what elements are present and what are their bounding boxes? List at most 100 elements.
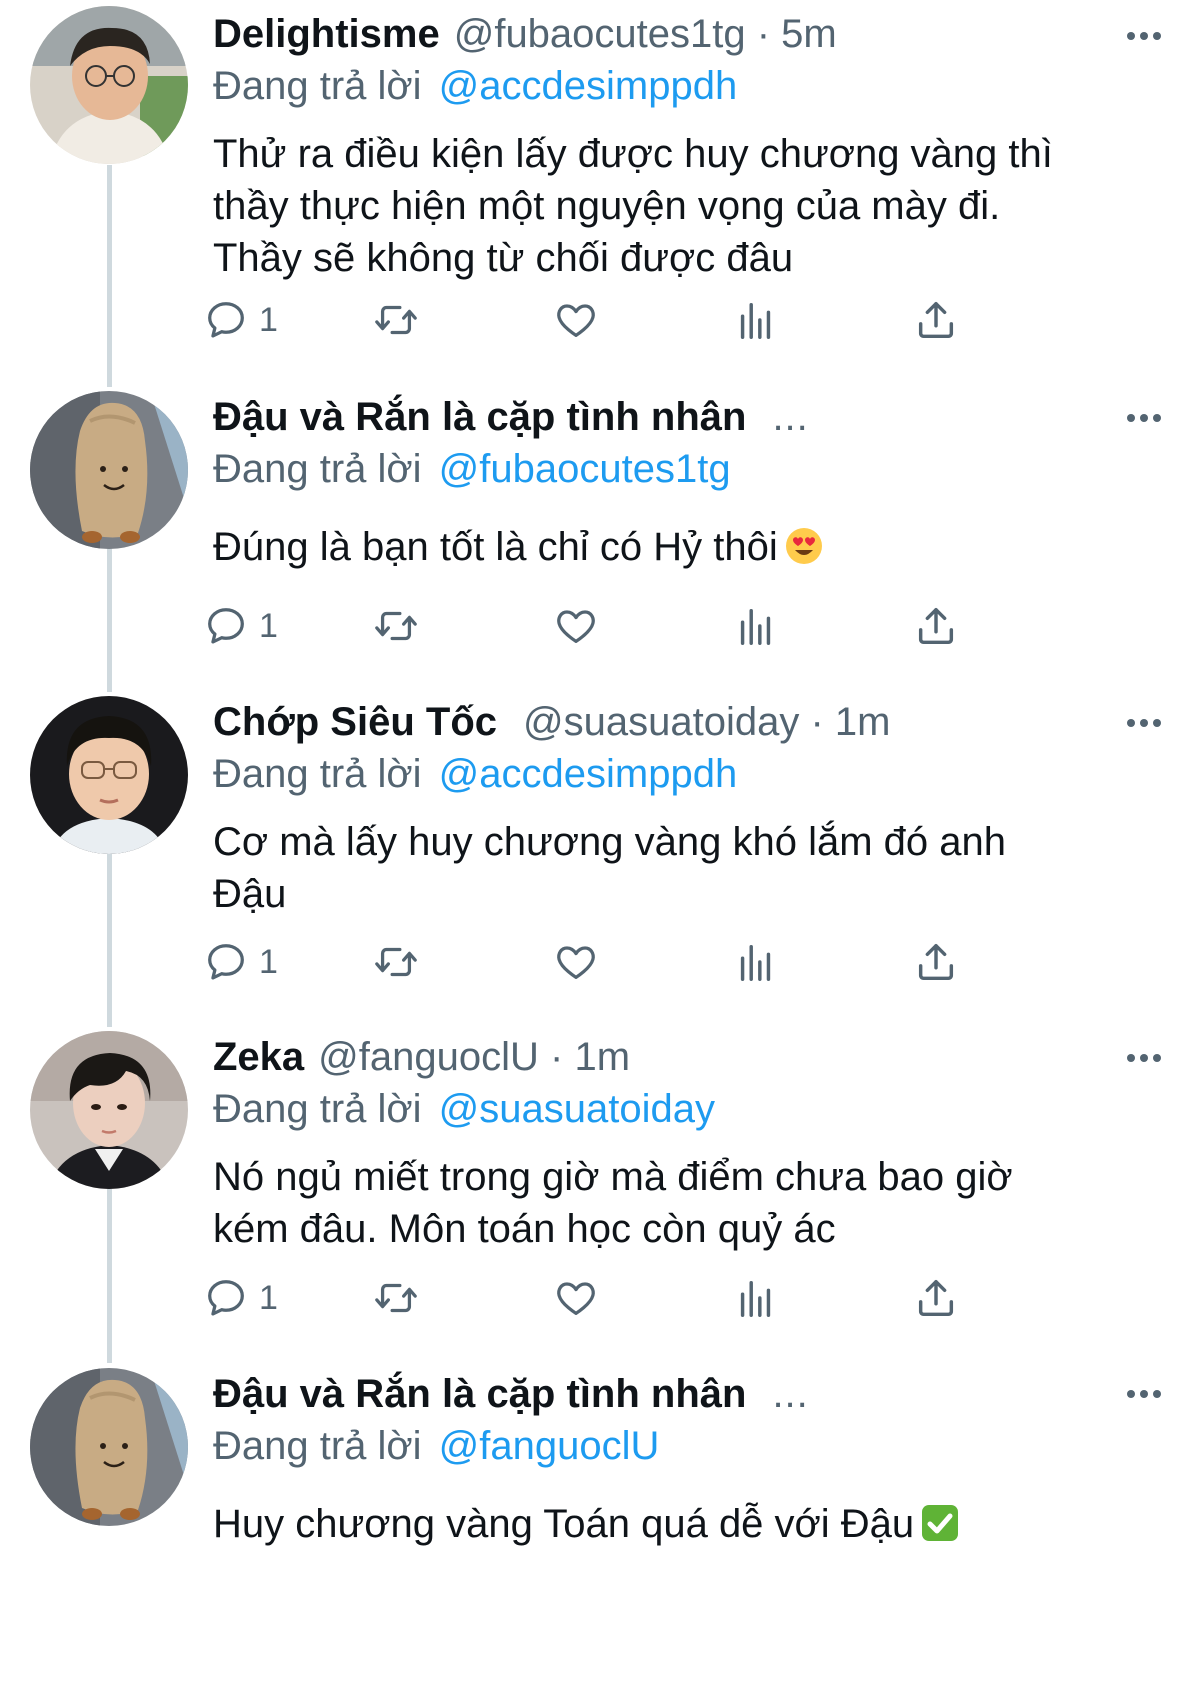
share-icon [918,301,954,339]
reply-button[interactable]: 1 [203,934,278,990]
share-button[interactable] [913,1270,959,1326]
views-button[interactable] [733,934,779,990]
heart-icon [557,946,595,979]
replying-to: Đang trả lời @fubaocutes1tg [213,443,1139,495]
retweet-button[interactable] [373,1270,419,1326]
reply-handle-link[interactable]: @accdesimppdh [439,64,738,108]
retweet-icon [375,611,417,641]
retweet-icon [375,305,417,335]
heart-icon [557,610,595,643]
handle-and-time[interactable]: @fubaocutes1tg · 5m [454,8,837,60]
reply-button[interactable]: 1 [203,1270,278,1326]
reply-icon [208,1280,244,1316]
thread-line [107,853,112,1027]
tweet-text: Đúng là bạn tốt là chỉ có Hỷ thôi [213,521,1139,573]
replying-to-label: Đang trả lời [213,752,422,796]
retweet-button[interactable] [373,934,419,990]
reply-button[interactable]: 1 [203,598,278,654]
thread-line [107,548,112,692]
like-button[interactable] [553,292,599,348]
display-name[interactable]: Zeka [213,1031,304,1083]
tweet-text-line: Đúng là bạn tốt là chỉ có Hỷ thôi [213,521,1139,573]
tweet-text-line: kém đâu. Môn toán học còn quỷ ác [213,1207,836,1251]
display-name[interactable]: Đậu và Rắn là cặp tình nhân [213,391,746,443]
tweet-text: Cơ mà lấy huy chương vàng khó lắm đó anh… [213,816,1139,920]
analytics-icon [740,608,771,645]
replying-to: Đang trả lời @fanguoclU [213,1420,1139,1472]
share-icon [918,943,954,981]
reply-handle-link[interactable]: @fanguoclU [439,1424,660,1468]
share-button[interactable] [913,934,959,990]
truncated-handle: ... [772,1372,809,1416]
display-name[interactable]: Chớp Siêu Tốc [213,696,497,748]
tweet-text-line: Huy chương vàng Toán quá dễ với Đậu [213,1498,1139,1550]
replying-to-label: Đang trả lời [213,64,422,108]
like-button[interactable] [553,1270,599,1326]
tweet-header: Chớp Siêu Tốc @suasuatoiday · 1m [213,696,1139,748]
reply-handle-link[interactable]: @fubaocutes1tg [439,447,731,491]
reply-count: 1 [259,606,278,645]
reply-count: 1 [259,1278,278,1317]
reply-handle-link[interactable]: @accdesimppdh [439,752,738,796]
more-options-icon[interactable] [1127,32,1161,40]
replying-to-label: Đang trả lời [213,1424,422,1468]
more-options-icon[interactable] [1127,1390,1161,1398]
more-options-icon[interactable] [1127,719,1161,727]
reply-button[interactable]: 1 [203,292,278,348]
tweet-header: Delightisme @fubaocutes1tg · 5m [213,8,1139,60]
analytics-icon [740,302,771,339]
tweet-header: Đậu và Rắn là cặp tình nhân ... [213,1368,1139,1420]
tweet-text-line: thầy thực hiện một nguyện vọng của mày đ… [213,184,1001,228]
reply-icon [208,608,244,644]
views-button[interactable] [733,1270,779,1326]
tweet-text-line: Thử ra điều kiện lấy được huy chương vàn… [213,132,1053,176]
heart-icon [557,304,595,337]
share-button[interactable] [913,292,959,348]
replying-to: Đang trả lời @accdesimppdh [213,60,1139,112]
analytics-icon [740,944,771,981]
replying-to-label: Đang trả lời [213,1087,422,1131]
retweet-icon [375,947,417,977]
like-button[interactable] [553,598,599,654]
retweet-button[interactable] [373,598,419,654]
share-icon [918,607,954,645]
tweet-text: Thử ra điều kiện lấy được huy chương vàn… [213,128,1139,284]
views-button[interactable] [733,598,779,654]
tweet-text-line: Cơ mà lấy huy chương vàng khó lắm đó anh [213,820,1006,864]
tweet-text-line: Đậu [213,872,287,916]
avatar[interactable] [30,6,188,164]
reply-handle-link[interactable]: @suasuatoiday [439,1087,715,1131]
action-bar: 1 [208,934,1073,990]
avatar[interactable] [30,696,188,854]
replying-to: Đang trả lời @suasuatoiday [213,1083,1139,1135]
more-options-icon[interactable] [1127,1054,1161,1062]
avatar[interactable] [30,391,188,549]
thread-line [107,165,112,387]
reply-icon [208,302,244,338]
reply-count: 1 [259,300,278,339]
replying-to: Đang trả lời @accdesimppdh [213,748,1139,800]
display-name[interactable]: Delightisme [213,8,440,60]
more-options-icon[interactable] [1127,414,1161,422]
reply-count: 1 [259,942,278,981]
tweet-text-line: Nó ngủ miết trong giờ mà điểm chưa bao g… [213,1155,1013,1199]
retweet-button[interactable] [373,292,419,348]
display-name[interactable]: Đậu và Rắn là cặp tình nhân [213,1368,746,1420]
tweet-text-line: Thầy sẽ không từ chối được đâu [213,236,794,280]
avatar[interactable] [30,1368,188,1526]
handle-and-time[interactable]: @suasuatoiday · 1m [523,696,890,748]
analytics-icon [740,1280,771,1317]
reply-icon [208,944,244,980]
tweet-text: Huy chương vàng Toán quá dễ với Đậu [213,1498,1139,1550]
like-button[interactable] [553,934,599,990]
tweet-header: Đậu và Rắn là cặp tình nhân ... [213,391,1139,443]
truncated-handle: ... [772,395,809,439]
avatar[interactable] [30,1031,188,1189]
handle-and-time[interactable]: @fanguoclU · 1m [318,1031,630,1083]
tweet-header: Zeka @fanguoclU · 1m [213,1031,1139,1083]
heart-icon [557,1282,595,1315]
action-bar: 1 [208,1270,1073,1326]
share-button[interactable] [913,598,959,654]
views-button[interactable] [733,292,779,348]
action-bar: 1 [208,292,1073,348]
